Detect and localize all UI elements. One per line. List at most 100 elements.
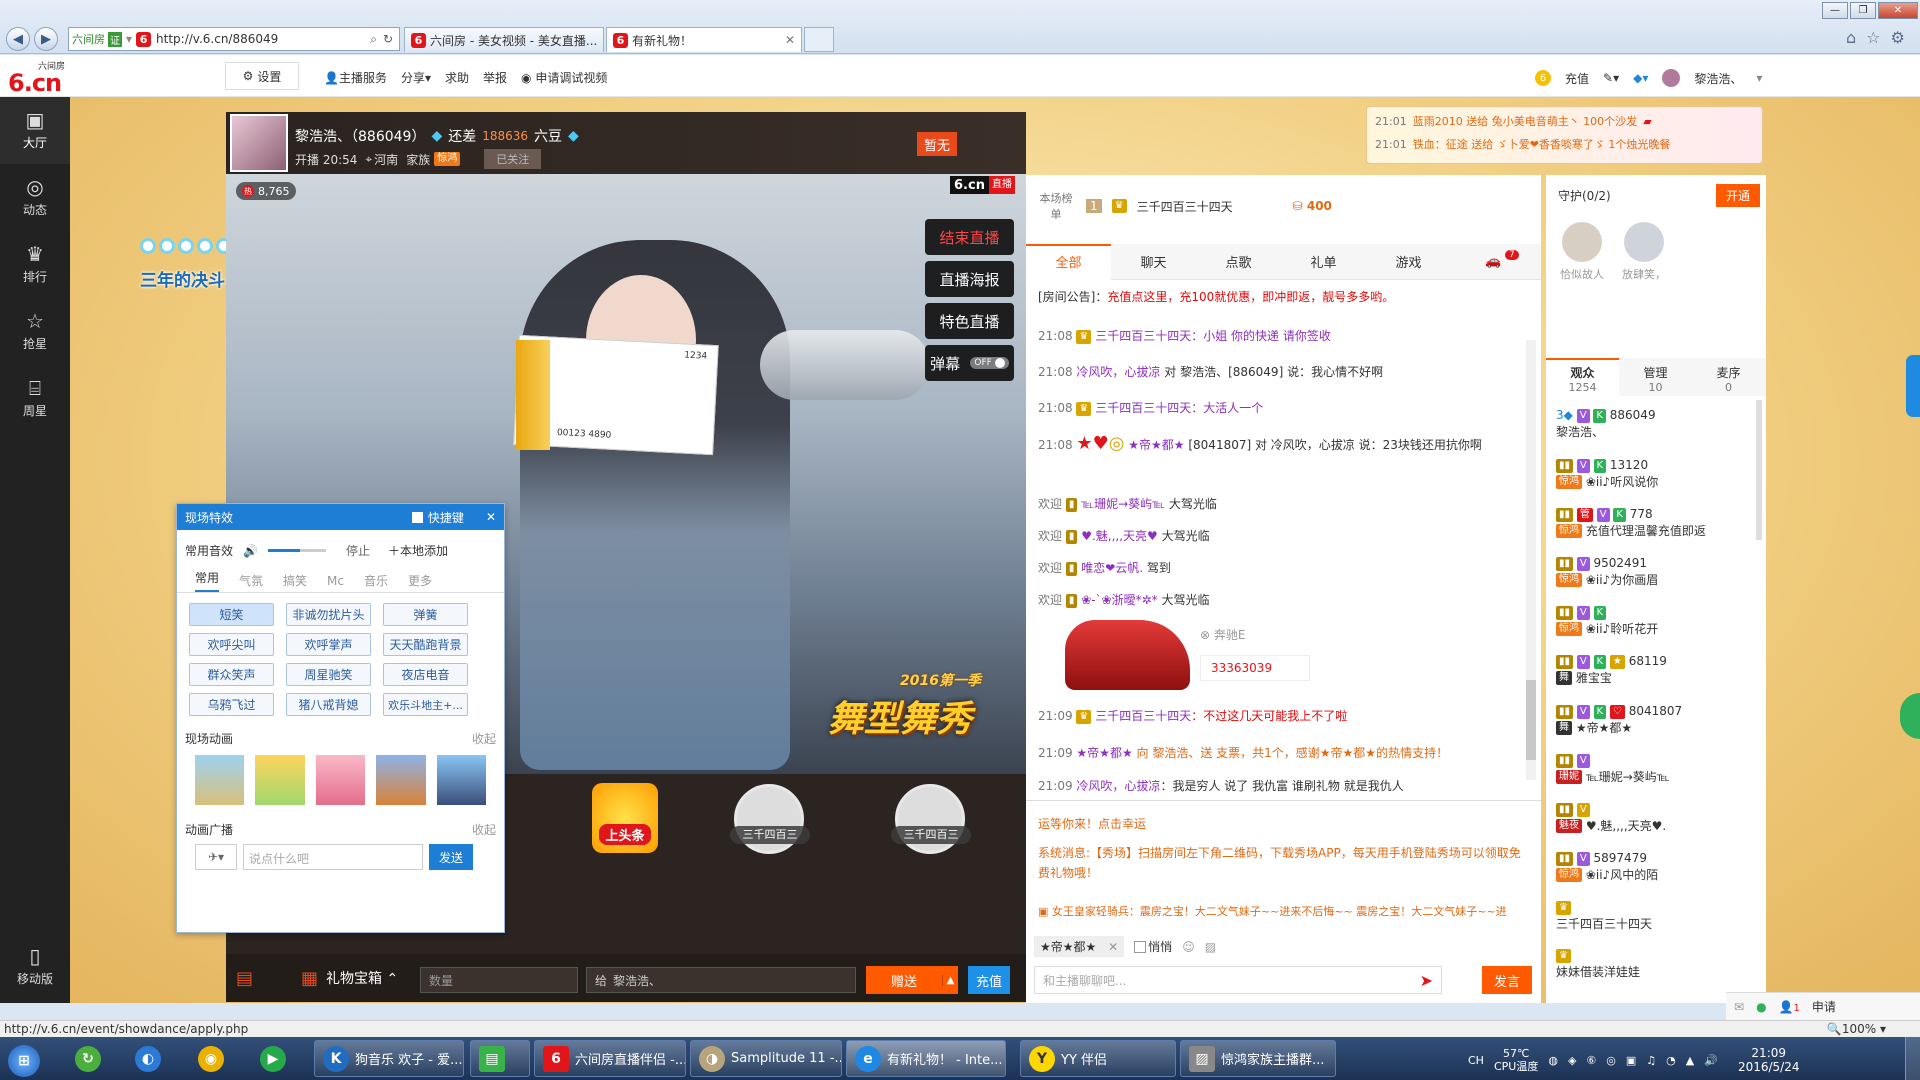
address-bar[interactable]: 六间房 证 ▾ 6 http://v.6.cn/886049 ⌕ ↻ bbox=[68, 27, 400, 51]
stop-button[interactable]: 停止 bbox=[346, 542, 370, 559]
paper-plane-icon[interactable]: ➤ bbox=[1420, 971, 1433, 990]
chevron-down-icon[interactable]: ▾ bbox=[1756, 71, 1762, 85]
broadcast-input[interactable]: 说点什么吧 bbox=[243, 844, 423, 870]
audience-user[interactable]: ▮▮ 管 V K 778 惊鸿 充值代理温馨充值即返 bbox=[1556, 507, 1756, 539]
animation-thumb[interactable] bbox=[255, 755, 305, 805]
tab-mic-queue[interactable]: 麦序 0 bbox=[1692, 360, 1765, 394]
animation-thumb[interactable] bbox=[195, 755, 245, 805]
tray-icon[interactable]: ◍ bbox=[1548, 1054, 1558, 1067]
sidebar-item-mobile[interactable]: ▯ 移动版 bbox=[0, 933, 70, 1000]
rank-name[interactable]: 三千四百三十四天 bbox=[1137, 198, 1233, 215]
host-avatar[interactable] bbox=[230, 114, 288, 172]
effect-button[interactable]: 欢呼掌声 bbox=[286, 633, 371, 656]
avatar[interactable] bbox=[1662, 69, 1681, 87]
gear-icon[interactable]: ⚙ bbox=[1891, 28, 1905, 47]
recharge-link[interactable]: 充值 bbox=[1565, 70, 1589, 87]
effect-button[interactable]: 猪八戒背媳 bbox=[286, 693, 371, 716]
pinned-app-icon[interactable]: ◉ bbox=[198, 1046, 224, 1072]
search-icon[interactable]: ⌕ bbox=[370, 32, 377, 47]
volume-icon[interactable]: 🔊 bbox=[243, 544, 258, 558]
chat-input[interactable]: 和主播聊聊吧... ➤ bbox=[1034, 966, 1442, 994]
tray-icon[interactable]: ⑥ bbox=[1586, 1054, 1596, 1067]
car-owner-id[interactable]: 33363039 bbox=[1200, 655, 1310, 681]
sidebar-item-week-star[interactable]: ⌸ 周星 bbox=[0, 365, 70, 432]
tab-audience[interactable]: 观众 1254 bbox=[1546, 358, 1619, 396]
volume-slider[interactable] bbox=[267, 549, 326, 552]
local-add-button[interactable]: ＋本地添加 bbox=[388, 542, 448, 559]
check-icon[interactable]: ● bbox=[1756, 1000, 1766, 1014]
gift-quantity-input[interactable]: 数量 bbox=[420, 967, 578, 993]
effect-button[interactable]: 短笑 bbox=[189, 603, 274, 626]
effect-button[interactable]: 夜店电音 bbox=[383, 663, 468, 686]
sidebar-item-hall[interactable]: ▣ 大厅 bbox=[0, 97, 70, 164]
family-badge[interactable]: 惊鸿 bbox=[434, 152, 461, 166]
tab-all[interactable]: 全部 bbox=[1026, 243, 1111, 280]
apply-button[interactable]: 申请 bbox=[1812, 998, 1836, 1015]
settings-button[interactable]: ⚙ 设置 bbox=[225, 62, 299, 90]
danmaku-switch[interactable]: OFF bbox=[970, 357, 1009, 369]
guard-member[interactable]: 放肆笑， bbox=[1622, 222, 1666, 282]
broadcast-send-button[interactable]: 发送 bbox=[429, 844, 473, 870]
lucky-link[interactable]: 运等你来！点击幸运 bbox=[1038, 815, 1538, 832]
send-gift-button[interactable]: 赠送 ▲ bbox=[866, 966, 958, 994]
tab-funny[interactable]: 搞笑 bbox=[283, 572, 307, 589]
volume-icon[interactable]: 🔊 bbox=[1704, 1054, 1718, 1067]
audience-user[interactable]: ♛ 三千四百三十四天 bbox=[1556, 900, 1756, 932]
forward-button[interactable]: ▶ bbox=[34, 27, 58, 51]
site-logo[interactable]: 六间房 6.cn bbox=[8, 59, 72, 95]
minimize-button[interactable]: — bbox=[1822, 2, 1848, 19]
audience-user[interactable]: ▮▮ V 珊妮 ℡珊妮→葵屿℡ bbox=[1556, 753, 1756, 785]
guard-open-button[interactable]: 开通 bbox=[1715, 184, 1760, 207]
tab-admins[interactable]: 管理 10 bbox=[1619, 360, 1692, 394]
tab-mc[interactable]: Mc bbox=[327, 574, 344, 588]
feature-live-button[interactable]: 特色直播 bbox=[925, 303, 1014, 339]
apply-debug-link[interactable]: ◉ 申请调试视频 bbox=[521, 69, 607, 86]
favorites-icon[interactable]: ☆ bbox=[1866, 28, 1880, 47]
audience-user[interactable]: ▮▮ V 9502491 惊鸿 ❀ii♪为你画眉 bbox=[1556, 556, 1756, 588]
help-link[interactable]: 求助 bbox=[445, 69, 469, 86]
mail-icon[interactable]: ✉ bbox=[1734, 1000, 1744, 1014]
browser-tab-active[interactable]: 6 有新礼物！ ✕ bbox=[606, 27, 802, 52]
tab-more[interactable]: 更多 bbox=[408, 572, 432, 589]
language-indicator[interactable]: CH bbox=[1468, 1054, 1484, 1067]
guard-member[interactable]: 恰似故人 bbox=[1560, 222, 1604, 282]
effect-button[interactable]: 周星驰笑 bbox=[286, 663, 371, 686]
broadcast-style-select[interactable]: ✈▾ bbox=[195, 844, 237, 870]
tab-common[interactable]: 常用 bbox=[195, 569, 220, 592]
tray-icon[interactable]: ▲ bbox=[1686, 1054, 1694, 1067]
audience-user[interactable]: ▮▮ V 5897479 惊鸿 ❀ii♪风中的陌 bbox=[1556, 851, 1756, 883]
gift-recipient-input[interactable]: 给黎浩浩、 bbox=[586, 967, 856, 993]
tab-chat[interactable]: 聊天 bbox=[1111, 252, 1196, 271]
taskbar-item[interactable]: K 狗音乐 欢子 - 爱... bbox=[314, 1040, 464, 1077]
animation-thumb[interactable] bbox=[376, 755, 426, 805]
tab-song[interactable]: 点歌 bbox=[1196, 252, 1281, 271]
audience-user[interactable]: ▮▮ V K ★ 68119 舞 雅宝宝 bbox=[1556, 654, 1756, 686]
end-live-button[interactable]: 结束直播 bbox=[925, 219, 1014, 255]
taskbar-item[interactable]: 6 六间房直播伴侣 -... bbox=[534, 1040, 686, 1077]
sidebar-item-feed[interactable]: ◎ 动态 bbox=[0, 164, 70, 231]
shortcut-checkbox[interactable] bbox=[411, 511, 423, 523]
host-service-link[interactable]: 👤主播服务 bbox=[324, 69, 387, 86]
chat-target-user[interactable]: ★帝★都★ ✕ bbox=[1034, 936, 1125, 957]
tab-music[interactable]: 音乐 bbox=[364, 572, 388, 589]
start-button[interactable]: ⊞ bbox=[8, 1045, 40, 1077]
live-poster-button[interactable]: 直播海报 bbox=[925, 261, 1014, 297]
taskbar-item-active[interactable]: e 有新礼物！ - Inte... bbox=[846, 1040, 1006, 1077]
audience-user[interactable]: ▮▮ V K ♡ 8041807 舞 ★帝★都★ bbox=[1556, 704, 1756, 736]
tray-icon[interactable]: ♫ bbox=[1646, 1054, 1656, 1067]
audience-user[interactable]: ♛ 妹妹借装洋娃娃 bbox=[1556, 948, 1756, 980]
chat-scrollbar[interactable] bbox=[1526, 340, 1536, 780]
image-icon[interactable]: ▨ bbox=[1205, 940, 1216, 954]
browser-tab[interactable]: 6 六间房 - 美女视频 - 美女直播... bbox=[404, 27, 604, 52]
sidebar-item-grab-star[interactable]: ☆ 抢星 bbox=[0, 298, 70, 365]
show-desktop-button[interactable] bbox=[1905, 1037, 1920, 1080]
report-link[interactable]: 举报 bbox=[483, 69, 507, 86]
tray-icon[interactable]: ◔ bbox=[1666, 1054, 1676, 1067]
taskbar-item[interactable]: ◑ Samplitude 11 -... bbox=[690, 1040, 842, 1077]
share-link[interactable]: 分享▾ bbox=[401, 69, 431, 86]
pinned-app-icon[interactable]: ▶ bbox=[260, 1046, 286, 1072]
taskbar-item[interactable]: Y YY 伴侣 bbox=[1020, 1040, 1176, 1077]
effect-button[interactable]: 非诚勿扰片头 bbox=[286, 603, 371, 626]
follow-button[interactable]: 已关注 bbox=[484, 149, 542, 169]
effect-button[interactable]: 群众笑声 bbox=[189, 663, 274, 686]
